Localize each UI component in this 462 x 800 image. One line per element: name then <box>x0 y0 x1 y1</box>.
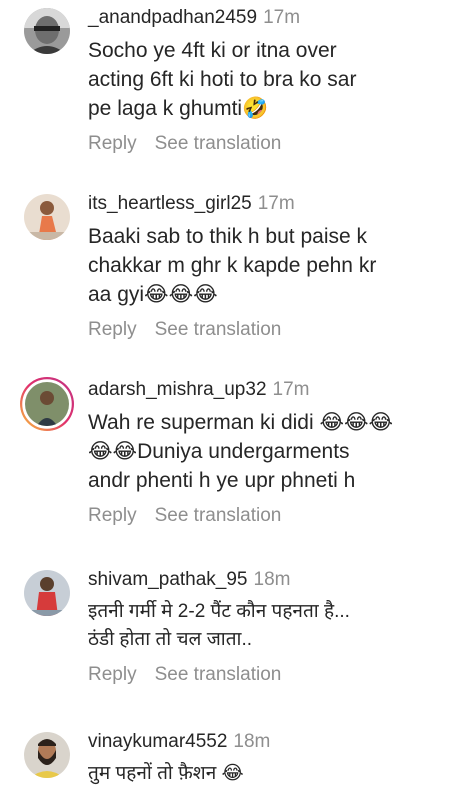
user-avatar[interactable] <box>20 377 74 431</box>
comment-username[interactable]: adarsh_mishra_up32 <box>88 379 267 400</box>
reply-button[interactable]: Reply <box>88 319 137 340</box>
comment-username[interactable]: vinaykumar4552 <box>88 731 227 752</box>
see-translation-button[interactable]: See translation <box>155 319 282 340</box>
comment-username[interactable]: its_heartless_girl25 <box>88 193 252 214</box>
comment-time: 17m <box>272 379 310 400</box>
comment-text: Socho ye 4ft ki or itna over acting 6ft … <box>88 39 357 120</box>
comment-time: 18m <box>253 569 291 590</box>
user-avatar[interactable] <box>24 8 70 54</box>
see-translation-button[interactable]: See translation <box>155 133 282 154</box>
user-avatar[interactable] <box>24 194 70 240</box>
comment-time: 17m <box>263 7 301 28</box>
comment-time: 18m <box>233 731 271 752</box>
comment-username[interactable]: _anandpadhan2459 <box>88 7 257 28</box>
comment-text: इतनी गर्मी मे 2-2 पैंट कौन पहनता है... ठ… <box>88 601 350 650</box>
see-translation-button[interactable]: See translation <box>155 505 282 526</box>
see-translation-button[interactable]: See translation <box>155 664 282 685</box>
comment-text: Baaki sab to thik h but paise k chakkar … <box>88 225 377 306</box>
reply-button[interactable]: Reply <box>88 664 137 685</box>
comment-text: Wah re superman ki didi 😂😂😂 😂😂Duniya und… <box>88 411 394 492</box>
comment-time: 17m <box>257 193 295 214</box>
reply-button[interactable]: Reply <box>88 133 137 154</box>
reply-button[interactable]: Reply <box>88 505 137 526</box>
comment-text: तुम पहनों तो फ़ैशन 😂 <box>88 763 244 784</box>
comment-username[interactable]: shivam_pathak_95 <box>88 569 248 590</box>
user-avatar[interactable] <box>24 570 70 616</box>
user-avatar[interactable] <box>24 732 70 778</box>
